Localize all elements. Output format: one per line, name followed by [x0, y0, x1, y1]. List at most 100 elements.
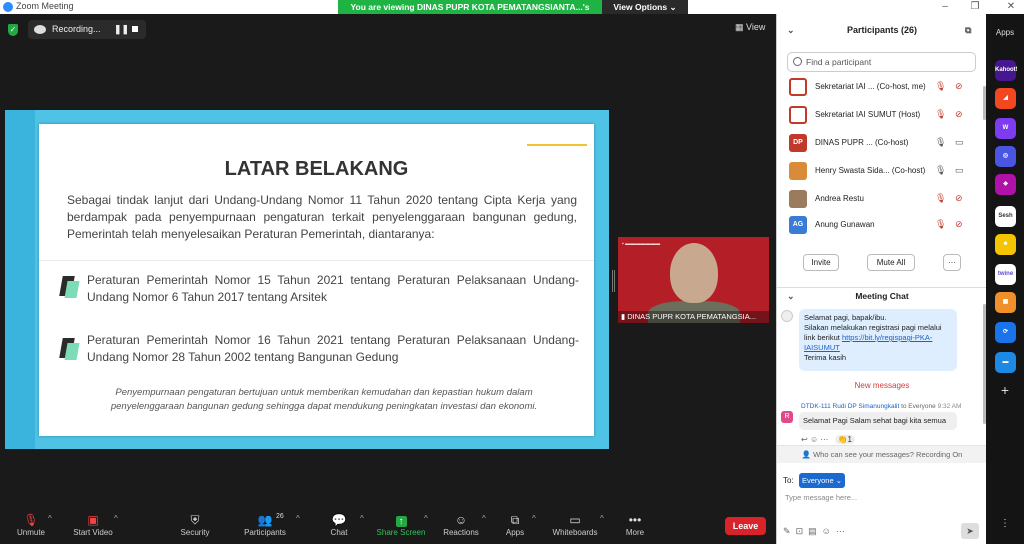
emoji-icon[interactable]: ☺ — [822, 526, 831, 536]
app-icon[interactable]: ◈ — [995, 174, 1016, 195]
chat-button[interactable]: 💬 Chat ^ — [304, 512, 374, 537]
participant-row[interactable]: Sekretariat IAI SUMUT (Host) 🎙 ⊘ — [787, 104, 979, 126]
participants-more-button[interactable]: ··· — [943, 254, 961, 271]
avatar: DP — [789, 134, 807, 152]
maximize-icon[interactable]: ❐ — [968, 0, 982, 14]
app-icon[interactable]: W — [995, 118, 1016, 139]
participant-row[interactable]: Henry Swasta Sida... (Co-host) 🎙 ▭ — [787, 160, 979, 182]
add-reaction-icon[interactable]: ☺ — [810, 435, 818, 444]
sesh-app-icon[interactable]: Sesh — [995, 206, 1016, 227]
app-icon[interactable]: ◎ — [995, 146, 1016, 167]
collapse-chat-chevron-icon[interactable]: ⌄ — [787, 288, 795, 304]
participant-row[interactable]: AG Anung Gunawan 🎙 ⊘ — [787, 214, 979, 236]
video-options-chevron-icon[interactable]: ^ — [114, 514, 118, 523]
audio-options-chevron-icon[interactable]: ^ — [48, 514, 52, 523]
chat-visibility-notice[interactable]: 👤 Who can see your messages? Recording O… — [777, 445, 987, 463]
close-icon[interactable]: ✕ — [1004, 0, 1018, 14]
participant-row[interactable]: Sekretariat IAI ... (Co-host, me) 🎙 ⊘ — [787, 76, 979, 98]
view-options-button[interactable]: View Options ⌄ — [602, 0, 688, 14]
recording-label: Recording... — [52, 24, 101, 34]
collapse-participants-chevron-icon[interactable]: ⌄ — [787, 14, 795, 46]
new-messages-divider: New messages — [854, 381, 910, 390]
video-off-icon: ⊘ — [955, 109, 963, 119]
participant-row[interactable]: DP DINAS PUPR ... (Co-host) 🎙 ▭ — [787, 132, 979, 154]
add-app-icon[interactable]: + — [986, 382, 1024, 398]
chat-options-chevron-icon[interactable]: ^ — [360, 514, 364, 523]
share-screen-label: Share Screen — [376, 528, 426, 537]
visibility-text: Who can see your messages? Recording On — [813, 450, 963, 459]
video-off-icon: ⊘ — [955, 219, 963, 229]
app-icon[interactable]: ☻ — [995, 234, 1016, 255]
view-button[interactable]: ▦ View — [735, 22, 765, 33]
cloud-recording-icon — [34, 25, 46, 34]
chat-text: Selamat pagi, bapak/ibu. — [804, 313, 887, 322]
splitter-handle[interactable] — [612, 270, 615, 292]
start-video-button[interactable]: ▣ Start Video ^ — [58, 512, 128, 537]
participant-name: Sekretariat IAI SUMUT (Host) — [815, 110, 921, 119]
participant-name: Andrea Restu — [815, 194, 864, 203]
share-banner-message: You are viewing DINAS PUPR KOTA PEMATANG… — [338, 0, 602, 26]
security-button[interactable]: ⛨ Security — [160, 512, 230, 537]
participants-icon: 👥 — [257, 513, 273, 527]
more-tools-icon[interactable]: ⋯ — [836, 526, 845, 536]
video-off-icon: ⊘ — [955, 81, 963, 91]
more-button[interactable]: ••• More — [600, 512, 670, 537]
slide-page: LATAR BELAKANG Sebagai tindak lanjut dar… — [39, 124, 594, 436]
whiteboards-label: Whiteboards — [552, 528, 598, 537]
mic-icon: 🎙 — [935, 165, 947, 175]
format-icon[interactable]: ✎ — [783, 526, 791, 536]
security-shield-icon: ⛨ — [190, 513, 200, 527]
kahoot-app-icon[interactable]: Kahoot! — [995, 60, 1018, 81]
app-icon[interactable]: ▦ — [995, 292, 1016, 313]
bullet-icon — [59, 276, 80, 298]
slide-sketch-line — [39, 260, 594, 261]
slide-note: Penyempurnaan pengaturan bertujuan untuk… — [110, 387, 538, 412]
file-icon[interactable]: ▤ — [808, 526, 817, 536]
minimize-icon[interactable]: – — [938, 0, 952, 14]
app-icon[interactable]: ⟳ — [995, 322, 1016, 343]
recording-indicator: Recording... ❚❚ — [28, 20, 146, 39]
side-panel: ⌄ Participants (26) ⧉ Find a participant… — [776, 14, 987, 544]
encryption-shield-icon[interactable]: ✓ — [8, 24, 18, 36]
apps-more-icon[interactable]: ⋮ — [986, 518, 1024, 529]
apps-options-chevron-icon[interactable]: ^ — [532, 514, 536, 523]
video-background-logo: ▪ ▬▬▬▬▬▬▬ — [622, 241, 661, 247]
mute-all-button[interactable]: Mute All — [867, 254, 915, 271]
participant-row[interactable]: Andrea Restu 🎙 ⊘ — [787, 188, 979, 210]
participant-search-input[interactable]: Find a participant — [787, 52, 976, 72]
participant-name: Sekretariat IAI ... (Co-host, me) — [815, 82, 926, 91]
video-icon: ▭ — [955, 137, 964, 147]
muted-mic-icon: 🎙 — [935, 81, 947, 91]
pause-recording-icon[interactable]: ❚❚ — [114, 24, 129, 35]
app-icon[interactable]: ◢ — [995, 88, 1016, 109]
participants-label: Participants — [244, 528, 286, 537]
send-button[interactable]: ➤ — [961, 523, 979, 539]
popout-icon[interactable]: ⧉ — [965, 14, 971, 46]
muted-mic-icon: 🎙 — [935, 219, 947, 229]
screenshot-icon[interactable]: ⊡ — [796, 526, 804, 536]
slide-left-band — [5, 110, 35, 449]
participant-video-tile[interactable]: ▪ ▬▬▬▬▬▬▬ ▮ DINAS PUPR KOTA PEMATANGSIA.… — [618, 237, 769, 323]
recipient: to Everyone — [901, 403, 936, 410]
app-icon[interactable]: ▬ — [995, 352, 1016, 373]
apps-sidebar-label: Apps — [995, 28, 1015, 37]
stop-recording-icon[interactable] — [132, 26, 138, 32]
reply-icon[interactable]: ↩ — [801, 435, 808, 444]
recipient-value: Everyone — [801, 476, 834, 485]
participants-options-chevron-icon[interactable]: ^ — [296, 514, 300, 523]
more-label: More — [625, 528, 645, 537]
participants-button[interactable]: 👥 Participants 26 ^ — [230, 512, 300, 537]
sender-name[interactable]: DTDK-111 Rudi DP Simanungkalit — [801, 403, 899, 410]
recipient-dropdown[interactable]: Everyone ⌄ — [799, 473, 845, 488]
invite-button[interactable]: Invite — [803, 254, 839, 271]
more-actions-icon[interactable]: ⋯ — [820, 435, 828, 444]
avatar: AG — [789, 216, 807, 234]
reaction-badge[interactable]: 👏1 — [834, 435, 855, 444]
unmute-button[interactable]: 🎙 Unmute ^ — [0, 512, 66, 537]
search-placeholder: Find a participant — [806, 57, 872, 67]
chat-input[interactable]: Type message here... — [785, 493, 857, 502]
twine-app-icon[interactable]: twine — [995, 264, 1016, 285]
participants-count: 26 — [276, 513, 284, 520]
muted-mic-icon: 🎙 — [23, 513, 39, 527]
leave-button[interactable]: Leave — [725, 517, 766, 535]
